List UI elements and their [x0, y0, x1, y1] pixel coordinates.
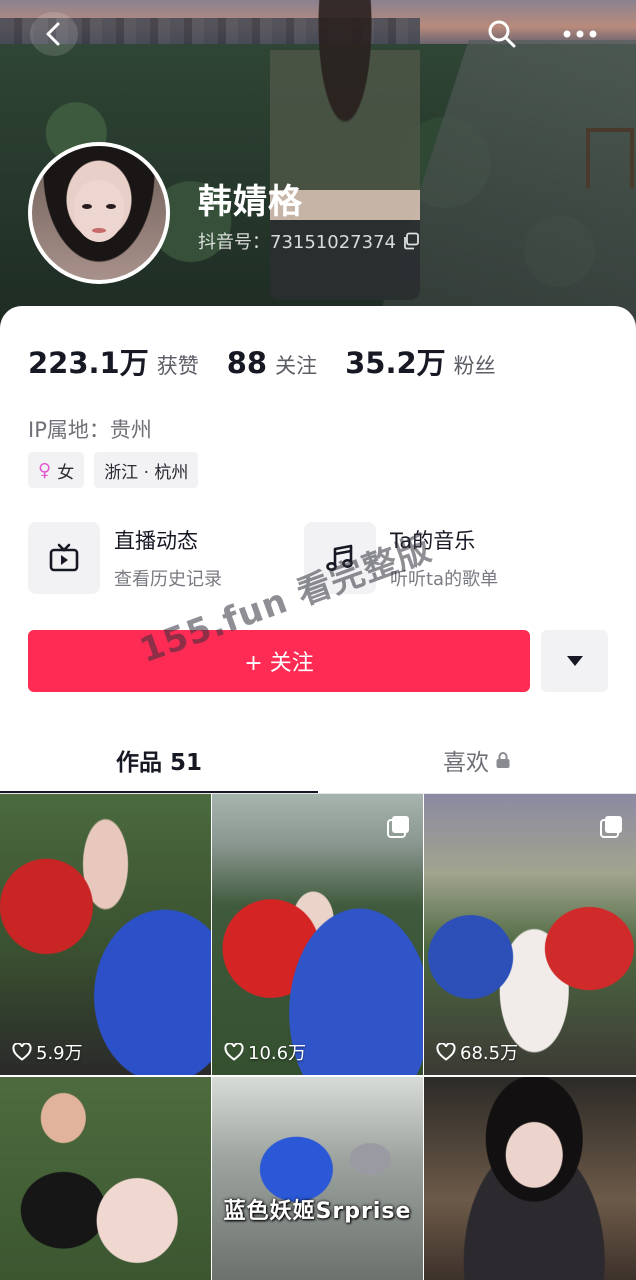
- ip-location: IP属地：贵州: [28, 418, 152, 442]
- profile-card: 223.1万 获赞 88 关注 35.2万 粉丝 IP属地：贵州 ♀ 女 浙江 …: [0, 306, 636, 796]
- cover-bench: [586, 128, 634, 188]
- live-history-entry[interactable]: 直播动态 查看历史记录: [28, 522, 222, 594]
- video-thumbnail[interactable]: 蓝色妖姬Srprise: [212, 1077, 423, 1280]
- music-subtitle: 听听ta的歌单: [390, 569, 499, 590]
- female-icon: ♀: [38, 459, 52, 481]
- video-likes: 5.9万: [12, 1039, 83, 1065]
- music-title: Ta的音乐: [390, 529, 476, 553]
- more-icon: [563, 30, 597, 38]
- multi-image-icon: [387, 816, 409, 838]
- live-title: 直播动态: [114, 529, 198, 553]
- stat-followers[interactable]: 35.2万 粉丝: [345, 340, 496, 382]
- tab-works[interactable]: 作品 51: [0, 726, 318, 794]
- stat-likes[interactable]: 223.1万 获赞: [28, 340, 199, 382]
- live-subtitle: 查看历史记录: [114, 569, 222, 590]
- tab-likes[interactable]: 喜欢: [318, 726, 636, 794]
- douyin-id-text: 抖音号：73151027374: [198, 232, 396, 253]
- video-likes: 68.5万: [436, 1039, 518, 1065]
- video-thumbnail[interactable]: 5.9万: [0, 794, 211, 1075]
- douyin-id[interactable]: 抖音号：73151027374: [198, 228, 420, 254]
- avatar[interactable]: [28, 142, 170, 284]
- video-thumbnail[interactable]: 68.5万: [424, 794, 636, 1075]
- stat-following[interactable]: 88 关注: [227, 346, 317, 380]
- video-caption: 蓝色妖姬Srprise: [223, 1199, 412, 1224]
- heart-icon: [224, 1043, 244, 1061]
- video-thumbnail[interactable]: [0, 1077, 211, 1280]
- gender-label: 女: [57, 462, 75, 483]
- back-button[interactable]: [30, 12, 78, 56]
- nickname: 韩婧格: [198, 182, 303, 222]
- copy-icon[interactable]: [402, 232, 420, 250]
- caret-down-icon: [566, 656, 583, 666]
- video-grid: 5.9万 10.6万 68.5万 蓝色妖姬Srprise: [0, 794, 636, 1280]
- music-note-icon: [304, 522, 376, 594]
- recommend-dropdown-button[interactable]: [541, 630, 608, 692]
- cover-person: [270, 0, 420, 300]
- more-button[interactable]: [556, 14, 604, 54]
- video-likes: 10.6万: [224, 1039, 306, 1065]
- search-button[interactable]: [482, 14, 522, 54]
- video-thumbnail[interactable]: 10.6万: [212, 794, 423, 1075]
- profile-tags: ♀ 女 浙江 · 杭州: [28, 452, 199, 488]
- tv-icon: [28, 522, 100, 594]
- content-tabs: 作品 51 喜欢: [0, 726, 636, 794]
- multi-image-icon: [600, 816, 622, 838]
- region-tag: 浙江 · 杭州: [94, 452, 199, 488]
- music-entry[interactable]: Ta的音乐 听听ta的歌单: [304, 522, 498, 594]
- stats-row: 223.1万 获赞 88 关注 35.2万 粉丝: [28, 340, 524, 382]
- lock-icon: [496, 752, 510, 768]
- back-icon: [46, 22, 60, 46]
- search-icon: [488, 20, 516, 48]
- gender-tag: ♀ 女: [28, 452, 85, 488]
- heart-icon: [12, 1043, 32, 1061]
- follow-button[interactable]: + 关注: [28, 630, 530, 692]
- heart-icon: [436, 1043, 456, 1061]
- video-thumbnail[interactable]: [424, 1077, 636, 1280]
